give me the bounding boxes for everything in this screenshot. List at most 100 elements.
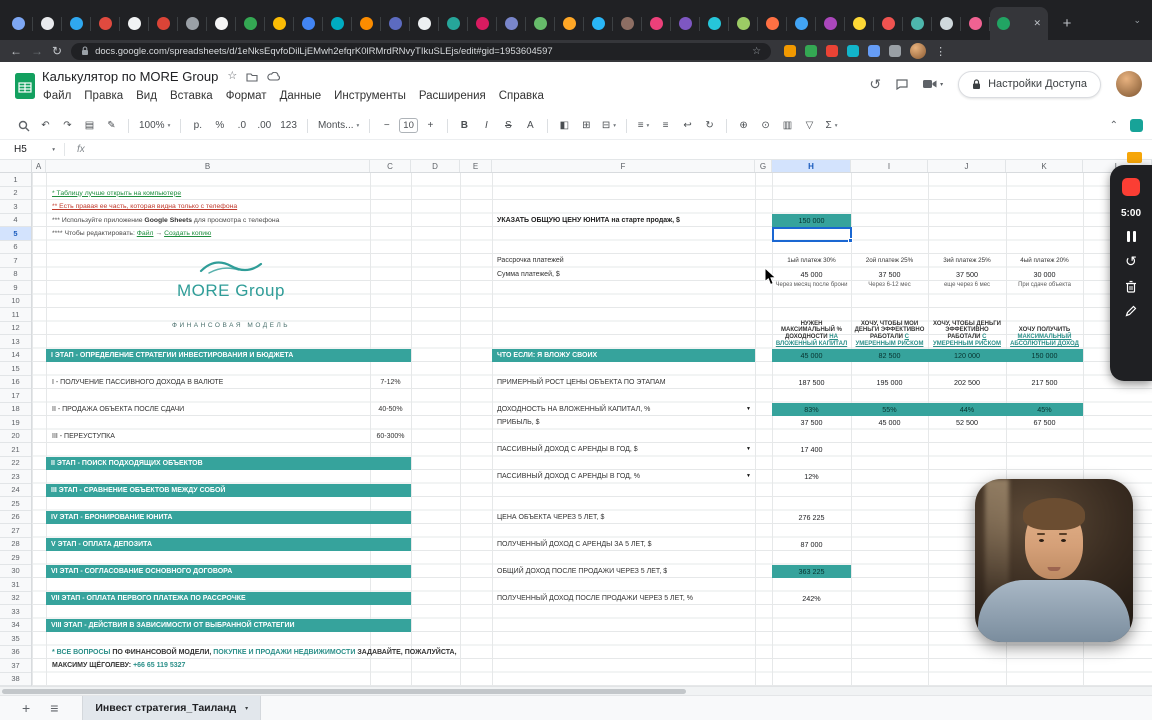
cell-i14[interactable]: 82 500 <box>851 348 928 362</box>
browser-tab[interactable] <box>439 7 468 40</box>
version-history-icon[interactable]: ↺ <box>869 77 881 91</box>
cell-i11[interactable]: ХОЧУ, ЧТОБЫ МОИ ДЕНЬГИ ЭФФЕКТИВНО РАБОТА… <box>851 308 928 349</box>
browser-tab[interactable] <box>410 7 439 40</box>
extension-icon[interactable] <box>826 45 839 57</box>
row-header-28[interactable]: 28 <box>0 538 31 551</box>
browser-tab[interactable] <box>323 7 352 40</box>
strikethrough-button[interactable]: S <box>499 116 518 136</box>
cell-b22[interactable]: II ЭТАП - ПОИСК ПОДХОДЯЩИХ ОБЪЕКТОВ <box>46 456 411 470</box>
cell-b14[interactable]: I ЭТАП - ОПРЕДЕЛЕНИЕ СТРАТЕГИИ ИНВЕСТИРО… <box>46 348 411 362</box>
row-header-8[interactable]: 8 <box>0 268 31 281</box>
menu-item-4[interactable]: Вставка <box>170 90 213 102</box>
browser-tab[interactable] <box>91 7 120 40</box>
cell-k7[interactable]: 4ый платеж 20% <box>1006 254 1083 268</box>
browser-tab[interactable] <box>497 7 526 40</box>
stop-recording-button[interactable] <box>1122 178 1140 196</box>
browser-tab[interactable] <box>642 7 671 40</box>
browser-tab[interactable] <box>4 7 33 40</box>
row-header-22[interactable]: 22 <box>0 457 31 470</box>
column-header-e[interactable]: E <box>460 160 492 172</box>
cell-h14[interactable]: 45 000 <box>772 348 851 362</box>
browser-tab[interactable] <box>758 7 787 40</box>
more-formats-button[interactable]: 123 <box>277 116 300 136</box>
cell-h23[interactable]: 12% <box>772 470 851 484</box>
browser-tab[interactable] <box>932 7 961 40</box>
browser-tab[interactable] <box>468 7 497 40</box>
move-folder-icon[interactable] <box>246 72 258 82</box>
extension-icon[interactable] <box>889 45 902 57</box>
cell-k11[interactable]: ХОЧУ ПОЛУЧИТЬ МАКСИМАЛЬНЫЙ АБСОЛЮТНЫЙ ДО… <box>1006 308 1083 349</box>
cell-j11[interactable]: ХОЧУ, ЧТОБЫ ДЕНЬГИ ЭФФЕКТИВНО РАБОТАЛИ С… <box>928 308 1006 349</box>
cell-h18[interactable]: 83% <box>772 402 851 416</box>
cell-i9[interactable]: Через 6-12 мес <box>851 281 928 295</box>
cell-f32[interactable]: ПОЛУЧЕННЫЙ ДОХОД ПОСЛЕ ПРОДАЖИ ЧЕРЕЗ 5 Л… <box>492 592 755 606</box>
row-header-6[interactable]: 6 <box>0 241 31 254</box>
insert-comment-button[interactable]: ⊙ <box>756 116 775 136</box>
cell-h21[interactable]: 17 400 <box>772 443 851 457</box>
browser-tab[interactable] <box>787 7 816 40</box>
name-box[interactable]: H5 ▾ <box>0 144 64 155</box>
cell-j14[interactable]: 120 000 <box>928 348 1006 362</box>
menu-item-5[interactable]: Формат <box>226 90 267 102</box>
cell-i18[interactable]: 55% <box>851 402 928 416</box>
addon-icon[interactable] <box>1130 119 1143 132</box>
row-header-14[interactable]: 14 <box>0 349 31 362</box>
zoom-select[interactable]: 100% ▾ <box>136 116 173 136</box>
cell-b26[interactable]: IV ЭТАП - БРОНИРОВАНИЕ ЮНИТА <box>46 510 411 524</box>
row-header-26[interactable]: 26 <box>0 511 31 524</box>
row-header-24[interactable]: 24 <box>0 484 31 497</box>
row-header-20[interactable]: 20 <box>0 430 31 443</box>
menu-item-1[interactable]: Файл <box>43 90 71 102</box>
undo-button[interactable]: ↶ <box>36 116 55 136</box>
menu-item-9[interactable]: Справка <box>499 90 544 102</box>
comment-icon[interactable] <box>896 78 908 90</box>
share-button[interactable]: Настройки Доступа <box>958 70 1101 98</box>
extension-icon[interactable] <box>805 45 818 57</box>
fill-color-button[interactable]: ◧ <box>555 116 574 136</box>
cell-h26[interactable]: 276 225 <box>772 511 851 525</box>
browser-tab[interactable] <box>352 7 381 40</box>
drawing-tool-button[interactable] <box>1125 305 1137 317</box>
cell-j16[interactable]: 202 500 <box>928 376 1006 390</box>
italic-button[interactable]: I <box>477 116 496 136</box>
cell-i7[interactable]: 2ой платеж 25% <box>851 254 928 268</box>
row-header-5[interactable]: 5 <box>0 227 31 241</box>
row-header-30[interactable]: 30 <box>0 565 31 578</box>
star-icon[interactable]: ☆ <box>227 71 237 82</box>
cell-k14[interactable]: 150 000 <box>1006 348 1083 362</box>
row-header-4[interactable]: 4 <box>0 214 31 227</box>
cell-j19[interactable]: 52 500 <box>928 416 1006 430</box>
cell-f23[interactable]: ПАССИВНЫЙ ДОХОД С АРЕНДЫ В ГОД, % ▼ <box>492 470 755 484</box>
extension-icon[interactable] <box>784 45 797 57</box>
browser-tab[interactable] <box>845 7 874 40</box>
bookmark-star-icon[interactable]: ☆ <box>752 46 761 57</box>
font-size-input[interactable]: 10 <box>399 118 418 133</box>
row-header-35[interactable]: 35 <box>0 632 31 646</box>
browser-tab[interactable] <box>671 7 700 40</box>
dropdown-arrow-icon[interactable]: ▼ <box>746 470 751 484</box>
forward-button[interactable]: → <box>31 45 43 57</box>
reload-button[interactable]: ↻ <box>52 45 62 57</box>
increase-font-size-button[interactable]: + <box>421 116 440 136</box>
decrease-font-size-button[interactable]: − <box>377 116 396 136</box>
browser-tab[interactable] <box>584 7 613 40</box>
column-header-j[interactable]: J <box>928 160 1006 172</box>
browser-tab[interactable] <box>526 7 555 40</box>
tab-list-chevron-icon[interactable]: ⌄ <box>1133 15 1141 26</box>
cell-b2[interactable]: * Таблицу лучше открыть на компьютере <box>46 187 370 201</box>
cell-b18[interactable]: II - ПРОДАЖА ОБЪЕКТА ПОСЛЕ СДАЧИ <box>46 403 370 417</box>
browser-tab-active[interactable]: ✕ <box>990 7 1048 40</box>
column-header-k[interactable]: K <box>1006 160 1083 172</box>
cell-h30[interactable]: 363 225 <box>772 564 851 578</box>
browser-tab[interactable] <box>294 7 323 40</box>
cell-f30[interactable]: ОБЩИЙ ДОХОД ПОСЛЕ ПРОДАЖИ ЧЕРЕЗ 5 ЛЕТ, $ <box>492 565 755 579</box>
row-header-19[interactable]: 19 <box>0 416 31 430</box>
row-header-13[interactable]: 13 <box>0 335 31 349</box>
row-header-21[interactable]: 21 <box>0 443 31 457</box>
row-header-7[interactable]: 7 <box>0 254 31 268</box>
menu-item-2[interactable]: Правка <box>84 90 123 102</box>
browser-profile-avatar[interactable] <box>910 43 927 59</box>
sheet-tab-caret-icon[interactable]: ▾ <box>245 705 248 712</box>
all-sheets-button[interactable]: ≡ <box>50 701 58 715</box>
percent-format-button[interactable]: % <box>210 116 229 136</box>
